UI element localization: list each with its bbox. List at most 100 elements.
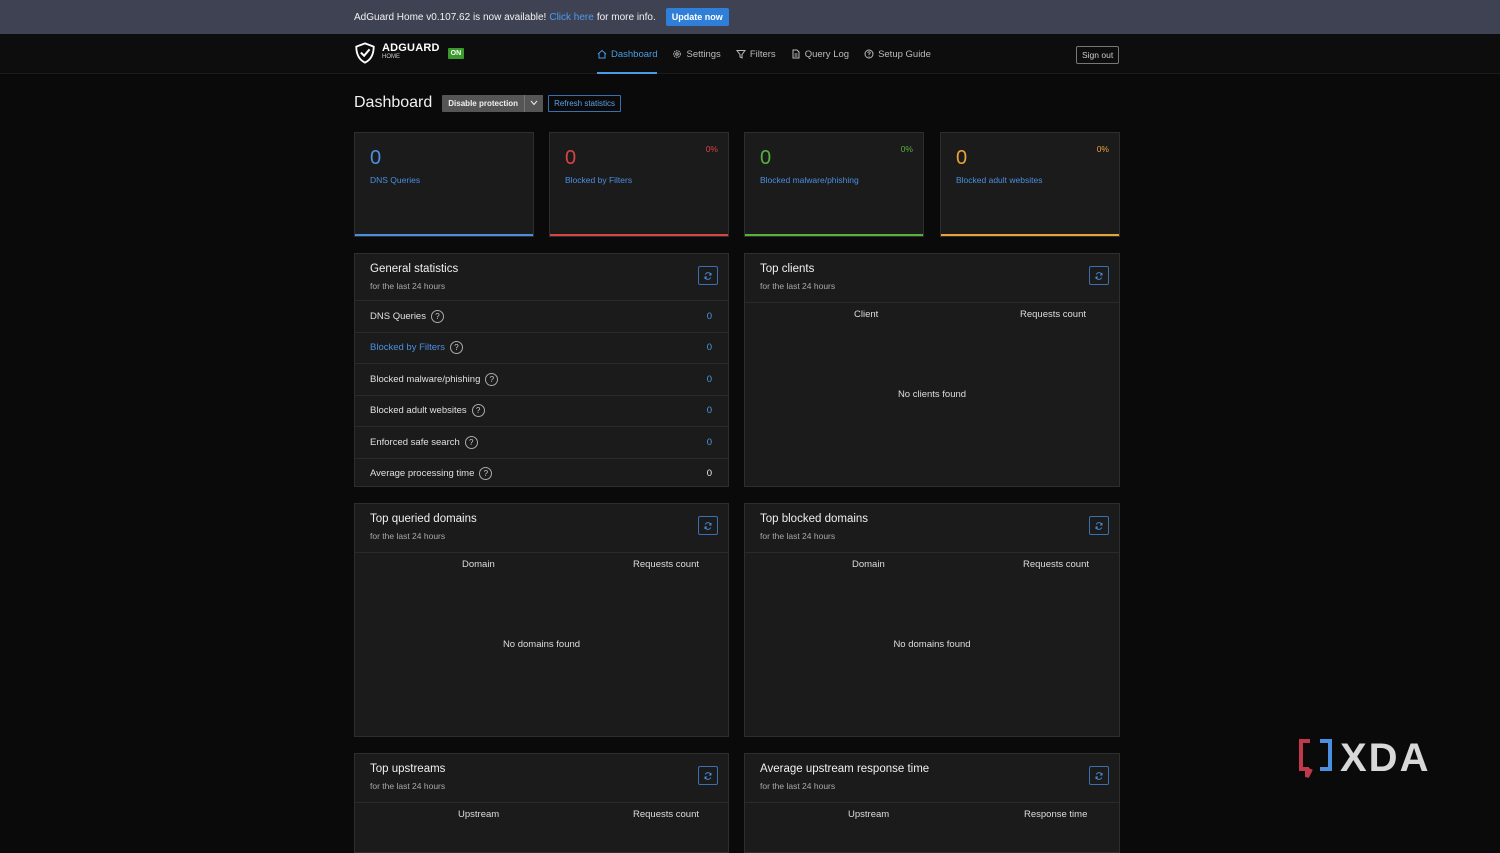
stat-row-safe-search: Enforced safe search? 0 bbox=[355, 426, 728, 458]
column-header[interactable]: Requests count bbox=[633, 809, 699, 820]
panel-title: Average upstream response time bbox=[760, 763, 930, 775]
help-icon[interactable]: ? bbox=[464, 435, 478, 449]
logo[interactable]: ADGUARD HOME ON bbox=[354, 42, 465, 64]
help-icon bbox=[864, 49, 874, 59]
stat-bar bbox=[941, 234, 1119, 236]
stat-row-avg-time: Average processing time? 0 bbox=[355, 457, 728, 490]
stat-row-label: Blocked adult websites bbox=[370, 405, 467, 417]
column-header[interactable]: Upstream bbox=[848, 809, 889, 820]
status-badge: ON bbox=[447, 47, 465, 59]
stat-row-label: Average processing time bbox=[370, 468, 475, 480]
table-header: Client Requests count bbox=[745, 302, 1119, 320]
banner-link[interactable]: Click here bbox=[549, 12, 593, 23]
stat-row-value: 0 bbox=[706, 342, 712, 354]
help-icon[interactable]: ? bbox=[430, 309, 444, 323]
panel-subtitle: for the last 24 hours bbox=[370, 531, 446, 541]
help-icon[interactable]: ? bbox=[471, 404, 485, 418]
disable-protection-button[interactable]: Disable protection bbox=[442, 94, 525, 112]
stat-label[interactable]: DNS Queries bbox=[370, 175, 420, 185]
xda-logo-icon bbox=[1299, 738, 1332, 778]
refresh-icon bbox=[1095, 271, 1103, 280]
home-icon bbox=[597, 49, 607, 59]
stat-row-blocked-filters: Blocked by Filters? 0 bbox=[355, 331, 728, 364]
refresh-icon bbox=[704, 271, 712, 280]
stat-value: 0 bbox=[565, 147, 577, 169]
stat-bar bbox=[550, 234, 728, 236]
update-banner: AdGuard Home v0.107.62 is now available!… bbox=[0, 0, 1500, 34]
stat-card-dns-queries: 0 DNS Queries bbox=[354, 132, 534, 237]
refresh-button[interactable] bbox=[698, 516, 718, 535]
stat-row-label: Enforced safe search bbox=[370, 436, 460, 448]
document-icon bbox=[792, 49, 800, 59]
column-header[interactable]: Requests count bbox=[633, 559, 699, 570]
column-header[interactable]: Requests count bbox=[1020, 309, 1086, 320]
empty-message: No domains found bbox=[502, 639, 581, 650]
page-title: Dashboard bbox=[354, 94, 433, 111]
stat-percent: 0% bbox=[900, 144, 913, 154]
column-header[interactable]: Upstream bbox=[458, 809, 499, 820]
brand-name: ADGUARD bbox=[382, 42, 440, 54]
stat-value: 0 bbox=[370, 147, 382, 169]
stat-row-adult: Blocked adult websites? 0 bbox=[355, 394, 728, 427]
nav-setup-guide-label: Setup Guide bbox=[878, 48, 931, 60]
panel-subtitle: for the last 24 hours bbox=[760, 281, 836, 291]
top-queried-domains-panel: Top queried domains for the last 24 hour… bbox=[354, 503, 729, 737]
panel-title: Top queried domains bbox=[370, 513, 477, 525]
stat-row-dns-queries: DNS Queries? 0 bbox=[355, 300, 728, 332]
stat-label[interactable]: Blocked malware/phishing bbox=[760, 175, 859, 185]
filter-icon bbox=[735, 50, 746, 59]
nav-dashboard[interactable]: Dashboard bbox=[597, 34, 658, 74]
shield-logo-icon bbox=[355, 42, 375, 64]
general-statistics-panel: General statistics for the last 24 hours… bbox=[354, 253, 729, 487]
nav-query-log[interactable]: Query Log bbox=[791, 34, 849, 74]
stat-row-value: 0 bbox=[706, 405, 712, 417]
panel-subtitle: for the last 24 hours bbox=[370, 781, 446, 791]
protection-dropdown-button[interactable] bbox=[524, 94, 544, 112]
nav-settings[interactable]: Settings bbox=[672, 34, 721, 74]
sign-out-button[interactable]: Sign out bbox=[1076, 46, 1120, 64]
stat-card-blocked-filters: 0 Blocked by Filters 0% bbox=[549, 132, 729, 237]
column-header[interactable]: Domain bbox=[852, 559, 885, 570]
refresh-icon bbox=[704, 771, 712, 780]
stat-row-label[interactable]: Blocked by Filters bbox=[370, 342, 445, 353]
stat-label[interactable]: Blocked adult websites bbox=[956, 175, 1042, 185]
stat-row-value: 0 bbox=[706, 436, 712, 448]
refresh-button[interactable] bbox=[698, 266, 718, 285]
top-blocked-domains-panel: Top blocked domains for the last 24 hour… bbox=[744, 503, 1120, 737]
column-header[interactable]: Client bbox=[854, 309, 878, 320]
update-now-button[interactable]: Update now bbox=[665, 8, 729, 26]
header-nav: ADGUARD HOME ON Dashboard Settings Filte… bbox=[0, 34, 1500, 74]
panel-subtitle: for the last 24 hours bbox=[760, 781, 836, 791]
stat-row-malware: Blocked malware/phishing? 0 bbox=[355, 363, 728, 395]
help-icon[interactable]: ? bbox=[479, 467, 493, 481]
refresh-button[interactable] bbox=[1089, 766, 1109, 785]
refresh-icon bbox=[704, 521, 712, 530]
stat-row-value: 0 bbox=[706, 373, 712, 385]
panel-title: Top upstreams bbox=[370, 763, 446, 775]
xda-watermark: XDA bbox=[1298, 736, 1430, 781]
nav-query-log-label: Query Log bbox=[804, 48, 850, 60]
stat-bar bbox=[355, 234, 533, 236]
empty-message: No domains found bbox=[893, 639, 971, 650]
refresh-button[interactable] bbox=[1089, 516, 1109, 535]
refresh-button[interactable] bbox=[1089, 266, 1109, 285]
stat-row-label: Blocked malware/phishing bbox=[370, 373, 481, 385]
column-header[interactable]: Domain bbox=[462, 559, 495, 570]
dashboard-header: Dashboard Disable protection Refresh sta… bbox=[354, 94, 621, 112]
column-header[interactable]: Requests count bbox=[1023, 559, 1089, 570]
refresh-statistics-button[interactable]: Refresh statistics bbox=[548, 94, 621, 112]
help-icon[interactable]: ? bbox=[449, 341, 463, 355]
table-header: Domain Requests count bbox=[745, 552, 1119, 570]
stat-label[interactable]: Blocked by Filters bbox=[565, 175, 632, 185]
help-icon[interactable]: ? bbox=[485, 372, 499, 386]
stat-card-adult: 0 Blocked adult websites 0% bbox=[940, 132, 1120, 237]
column-header[interactable]: Response time bbox=[1024, 809, 1087, 820]
table-header: Domain Requests count bbox=[355, 552, 728, 570]
refresh-button[interactable] bbox=[698, 766, 718, 785]
stat-row-label: DNS Queries bbox=[370, 310, 426, 322]
nav-filters[interactable]: Filters bbox=[735, 34, 776, 74]
nav-settings-label: Settings bbox=[686, 48, 721, 60]
refresh-icon bbox=[1095, 521, 1103, 530]
xda-text: XDA bbox=[1340, 736, 1431, 780]
nav-setup-guide[interactable]: Setup Guide bbox=[864, 34, 931, 74]
